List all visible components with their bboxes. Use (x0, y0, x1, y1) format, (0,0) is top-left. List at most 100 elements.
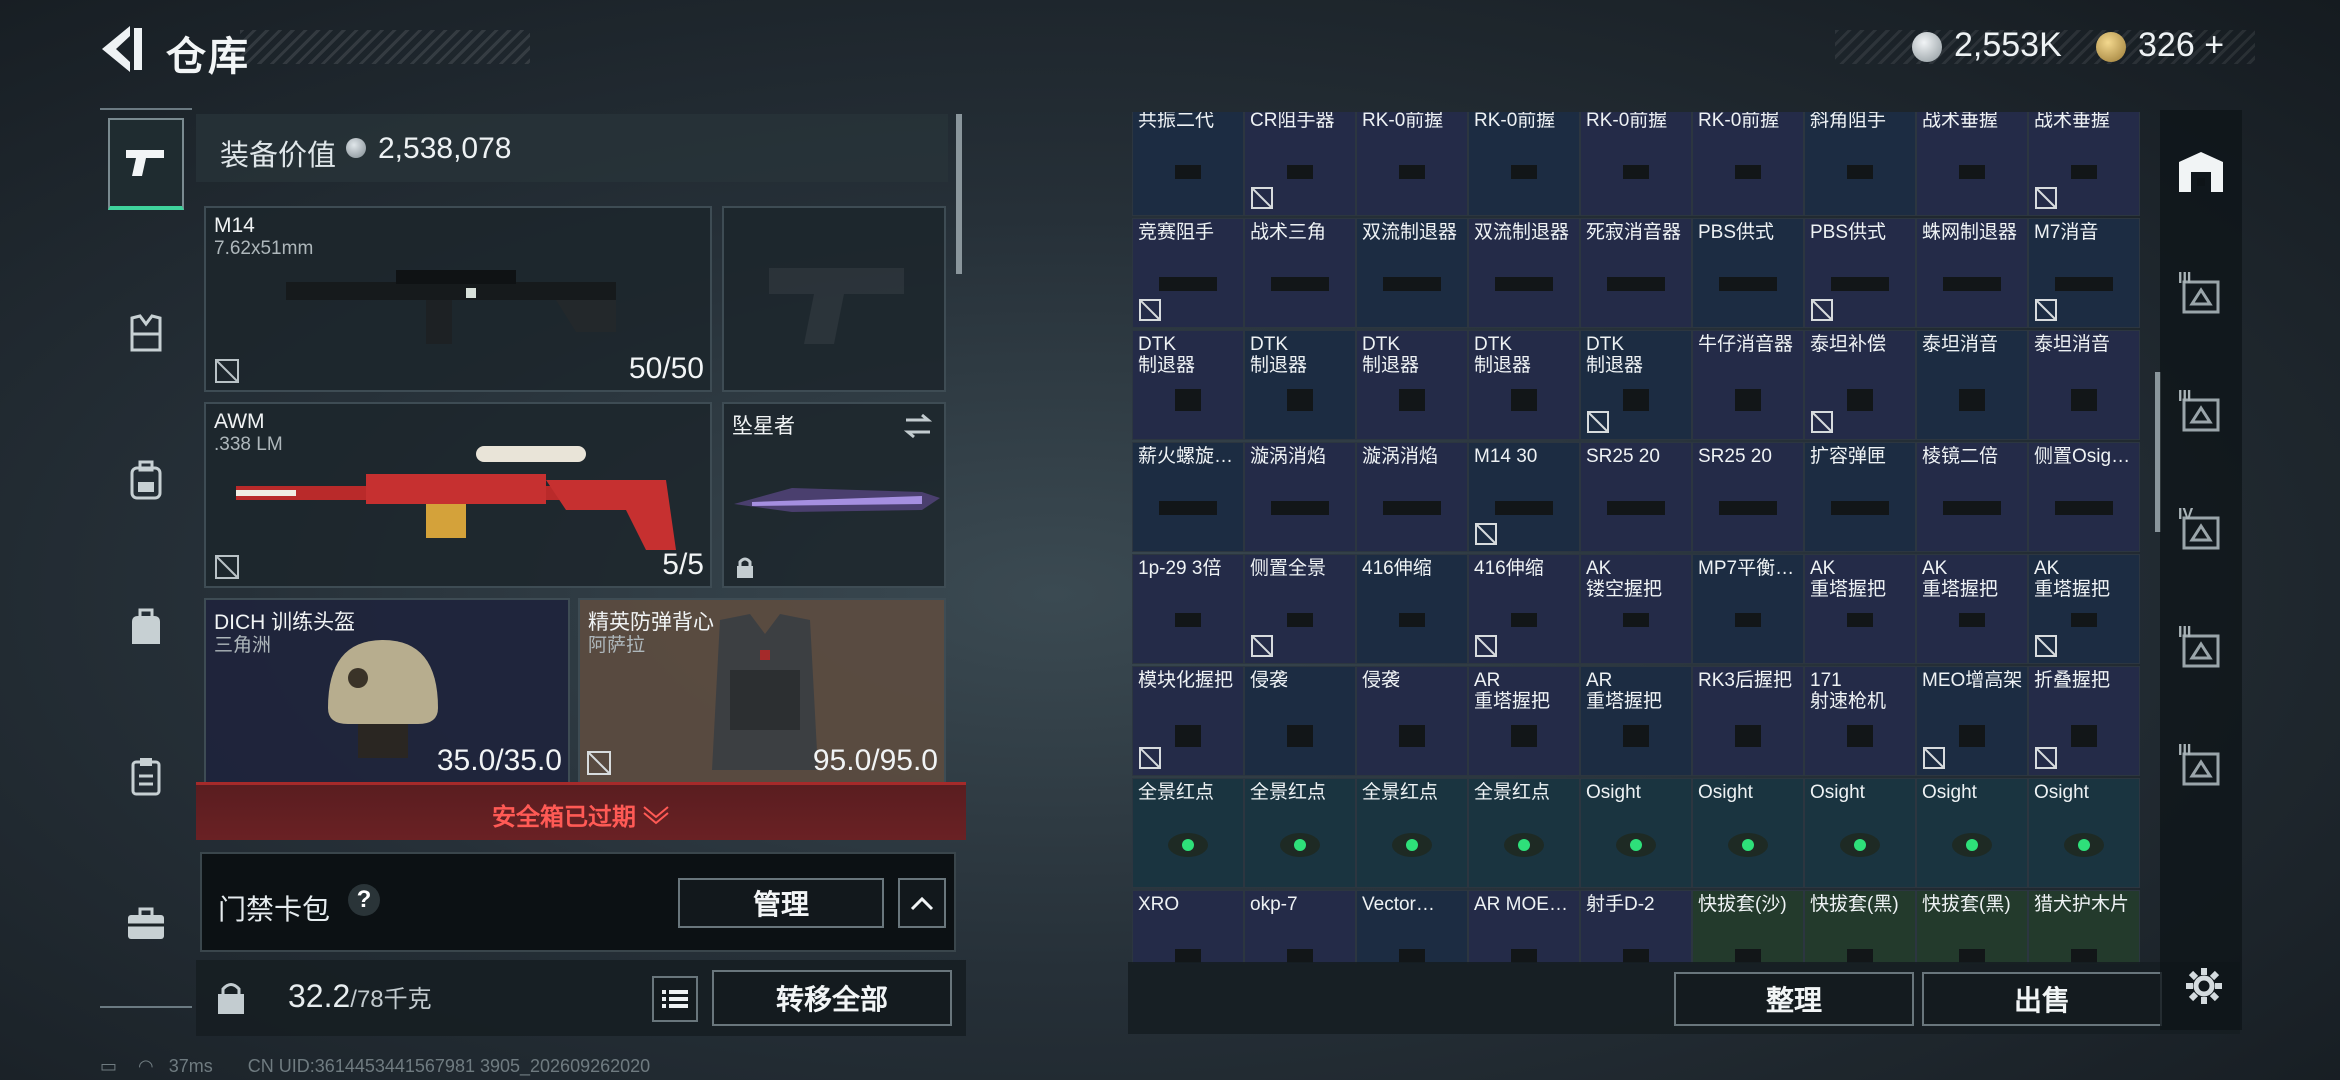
inventory-item[interactable]: AR 重塔握把 (1580, 666, 1692, 776)
sort-button[interactable]: 整理 (1674, 972, 1914, 1026)
inventory-item[interactable]: DTK 制退器 (1468, 330, 1580, 440)
inventory-item[interactable]: 全景红点 (1132, 778, 1244, 888)
nav-clipboard[interactable] (108, 730, 184, 822)
inventory-item[interactable]: 侧置Osig… (2028, 442, 2140, 552)
inventory-item[interactable]: 侧置全景 (1244, 554, 1356, 664)
inventory-item[interactable]: 1p-29 3倍 (1132, 554, 1244, 664)
manage-button[interactable]: 管理 (678, 878, 884, 928)
transfer-all-button[interactable]: 转移全部 (712, 970, 952, 1026)
collapse-button[interactable] (898, 878, 946, 928)
depot-tab-main[interactable] (2168, 132, 2234, 212)
inventory-item[interactable]: 漩涡消焰 (1244, 442, 1356, 552)
inventory-item[interactable]: 模块化握把 (1132, 666, 1244, 776)
inventory-item[interactable]: 快拔套(黑) (1916, 890, 2028, 964)
nav-armor[interactable] (108, 288, 184, 380)
inventory-item[interactable]: AK 镂空握把 (1580, 554, 1692, 664)
inventory-item[interactable]: 共振二代 (1132, 112, 1244, 216)
inventory-item[interactable]: M14 30 (1468, 442, 1580, 552)
inventory-item[interactable]: AK 重塔握把 (2028, 554, 2140, 664)
inventory-item[interactable]: 棱镜二倍 (1916, 442, 2028, 552)
nav-toolbox[interactable] (108, 878, 184, 970)
inventory-item[interactable]: 全景红点 (1356, 778, 1468, 888)
inventory-item[interactable]: 死寂消音器 (1580, 218, 1692, 328)
inventory-item[interactable]: DTK 制退器 (1244, 330, 1356, 440)
inventory-item[interactable]: 416伸缩 (1468, 554, 1580, 664)
inventory-item[interactable]: Osight (1916, 778, 2028, 888)
inventory-item[interactable]: 侵袭 (1244, 666, 1356, 776)
inventory-item[interactable]: 战术三角 (1244, 218, 1356, 328)
inventory-item[interactable]: 扩容弹匣 (1804, 442, 1916, 552)
inventory-item[interactable]: AR MOE… (1468, 890, 1580, 964)
primary-weapon-slot[interactable]: M14 7.62x51mm 50/50 (204, 206, 712, 392)
settings-gear-icon[interactable] (2184, 966, 2224, 1006)
swap-arrows-icon[interactable] (902, 412, 934, 440)
inventory-item[interactable]: 漩涡消焰 (1356, 442, 1468, 552)
inventory-item[interactable]: 猎犬护木片 (2028, 890, 2140, 964)
safe-box-expired-banner[interactable]: 安全箱已过期 (196, 782, 966, 840)
inventory-item[interactable]: Osight (1804, 778, 1916, 888)
inventory-item[interactable]: 泰坦消音 (2028, 330, 2140, 440)
inventory-item[interactable]: AR 重塔握把 (1468, 666, 1580, 776)
secondary-weapon-slot[interactable]: AWM .338 LM 5/5 (204, 402, 712, 588)
inventory-item[interactable]: PBS供式 (1692, 218, 1804, 328)
inventory-item[interactable]: 竞赛阻手 (1132, 218, 1244, 328)
inventory-item[interactable]: 171 射速枪机 (1804, 666, 1916, 776)
inventory-item[interactable]: 泰坦补偿 (1804, 330, 1916, 440)
inventory-item[interactable]: Vector… (1356, 890, 1468, 964)
help-icon[interactable]: ? (348, 884, 380, 916)
inventory-item[interactable]: 快拔套(沙) (1692, 890, 1804, 964)
helmet-slot[interactable]: DICH 训练头盔 三角洲 35.0/35.0 (204, 598, 570, 784)
inventory-item[interactable]: 牛仔消音器 (1692, 330, 1804, 440)
inventory-item[interactable]: 折叠握把 (2028, 666, 2140, 776)
inventory-item[interactable]: 全景红点 (1468, 778, 1580, 888)
inventory-item[interactable]: RK-0前握 (1580, 112, 1692, 216)
inventory-item[interactable]: 侵袭 (1356, 666, 1468, 776)
nav-bag[interactable] (108, 582, 184, 674)
inventory-item[interactable]: RK-0前握 (1692, 112, 1804, 216)
inventory-item[interactable]: 蛛网制退器 (1916, 218, 2028, 328)
inventory-item[interactable]: RK3后握把 (1692, 666, 1804, 776)
inventory-item[interactable]: 双流制退器 (1356, 218, 1468, 328)
inventory-item[interactable]: 薪火螺旋… (1132, 442, 1244, 552)
pistol-slot-empty[interactable] (722, 206, 946, 392)
inventory-item[interactable]: 战术垂握 (1916, 112, 2028, 216)
depot-tab[interactable]: III (2168, 728, 2234, 808)
inventory-item[interactable]: 战术垂握 (2028, 112, 2140, 216)
inventory-item[interactable]: 射手D-2 (1580, 890, 1692, 964)
inventory-item[interactable]: 416伸缩 (1356, 554, 1468, 664)
inventory-item[interactable]: M7消音 (2028, 218, 2140, 328)
inventory-item[interactable]: MEO增高架 (1916, 666, 2028, 776)
sell-button[interactable]: 出售 (1922, 972, 2162, 1026)
add-currency-button[interactable]: + (2204, 26, 2224, 64)
inventory-item[interactable]: AK 重塔握把 (1804, 554, 1916, 664)
nav-backpack[interactable] (108, 434, 184, 526)
depot-tab[interactable]: III (2168, 374, 2234, 454)
inventory-item[interactable]: DTK 制退器 (1580, 330, 1692, 440)
inventory-item[interactable]: Osight (1692, 778, 1804, 888)
inventory-item[interactable]: AK 重塔握把 (1916, 554, 2028, 664)
inventory-item[interactable]: Osight (1580, 778, 1692, 888)
list-view-button[interactable] (652, 976, 698, 1022)
inventory-item[interactable]: 双流制退器 (1468, 218, 1580, 328)
loadout-scrollbar[interactable] (956, 114, 962, 274)
nav-weapons[interactable] (108, 118, 184, 210)
inventory-item[interactable]: PBS供式 (1804, 218, 1916, 328)
depot-tab[interactable]: III (2168, 256, 2234, 336)
inventory-item[interactable]: DTK 制退器 (1132, 330, 1244, 440)
inventory-item[interactable]: Osight (2028, 778, 2140, 888)
depot-tab[interactable]: III (2168, 610, 2234, 690)
inventory-item[interactable]: MP7平衡… (1692, 554, 1804, 664)
depot-tab[interactable]: IV (2168, 492, 2234, 572)
inventory-item[interactable]: RK-0前握 (1356, 112, 1468, 216)
inventory-item[interactable]: 全景红点 (1244, 778, 1356, 888)
inventory-item[interactable]: 快拔套(黑) (1804, 890, 1916, 964)
inventory-item[interactable]: RK-0前握 (1468, 112, 1580, 216)
inventory-item[interactable]: okp-7 (1244, 890, 1356, 964)
inventory-item[interactable]: XRO (1132, 890, 1244, 964)
inventory-item[interactable]: CR阻手器 (1244, 112, 1356, 216)
inventory-item[interactable]: 泰坦消音 (1916, 330, 2028, 440)
inventory-item[interactable]: 斜角阻手 (1804, 112, 1916, 216)
inventory-item[interactable]: SR25 20 (1580, 442, 1692, 552)
vest-slot[interactable]: 精英防弹背心 阿萨拉 95.0/95.0 (578, 598, 946, 784)
melee-slot[interactable]: 坠星者 (722, 402, 946, 588)
